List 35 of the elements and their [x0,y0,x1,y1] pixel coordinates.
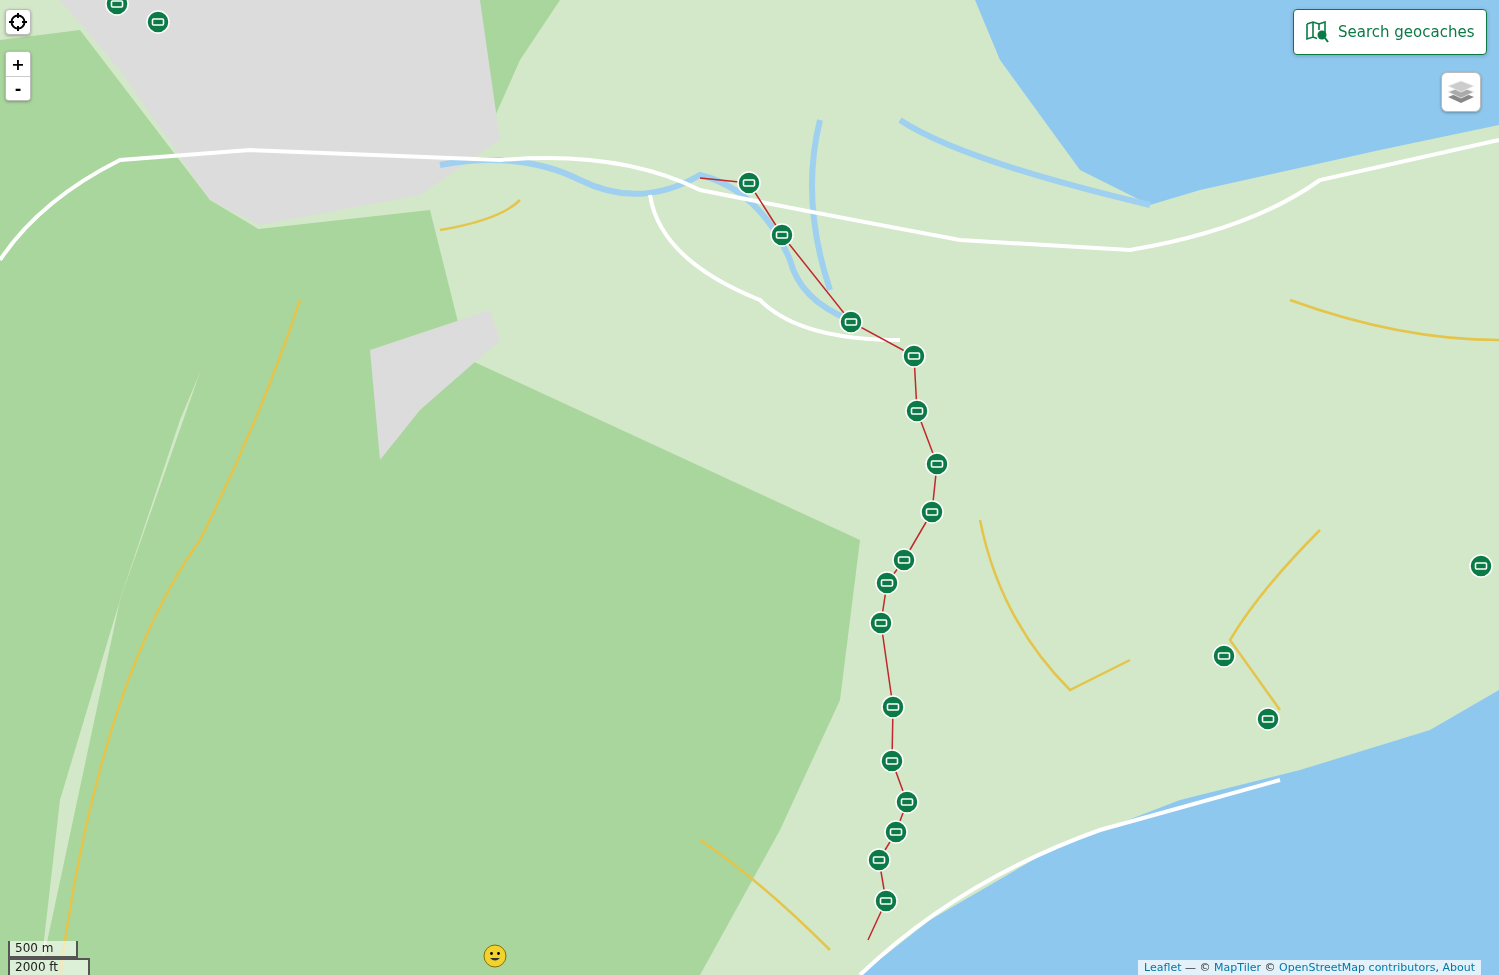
geocache-marker-icon[interactable] [839,310,863,334]
geocache-marker-icon[interactable] [875,571,899,595]
geocache-marker-icon[interactable] [1469,554,1493,578]
attribution-link[interactable]: About [1442,961,1475,974]
layers-icon [1447,79,1475,105]
search-geocaches-button[interactable]: Search geocaches [1293,9,1488,55]
geocache-marker-icon[interactable] [925,452,949,476]
geocache-marker-icon[interactable] [1212,644,1236,668]
geocache-marker-icon[interactable] [884,820,908,844]
crosshair-icon [9,13,27,31]
smiley-marker-icon[interactable] [483,944,507,968]
attribution-link[interactable]: MapTiler [1214,961,1262,974]
geocache-marker-icon[interactable] [770,223,794,247]
geocache-marker-icon[interactable] [869,611,893,635]
geocache-marker-icon[interactable] [902,344,926,368]
attribution-text: Leaflet — © MapTiler © OpenStreetMap contributors, About [1138,960,1481,975]
imperial-scale-bar: 2000 ft [8,958,90,975]
geocache-marker-icon[interactable] [867,848,891,872]
layers-button[interactable] [1441,72,1481,112]
geocache-marker-icon[interactable] [146,10,170,34]
geocache-marker-icon[interactable] [892,548,916,572]
geocache-marker-icon[interactable] [920,500,944,524]
geocache-marker-icon[interactable] [874,889,898,913]
locate-button[interactable] [5,9,31,35]
geocache-marker-icon[interactable] [880,749,904,773]
metric-scale-bar: 500 m [8,941,78,958]
map-search-icon [1306,21,1330,43]
zoom-in-button[interactable]: + [6,52,30,76]
attribution-link[interactable]: Leaflet [1144,961,1182,974]
geocache-marker-icon[interactable] [737,171,761,195]
geocache-marker-icon[interactable] [1256,707,1280,731]
geocache-marker-icon[interactable] [881,695,905,719]
zoom-out-button[interactable]: - [6,76,30,100]
geocache-marker-icon[interactable] [895,790,919,814]
geocache-marker-icon[interactable] [905,399,929,423]
